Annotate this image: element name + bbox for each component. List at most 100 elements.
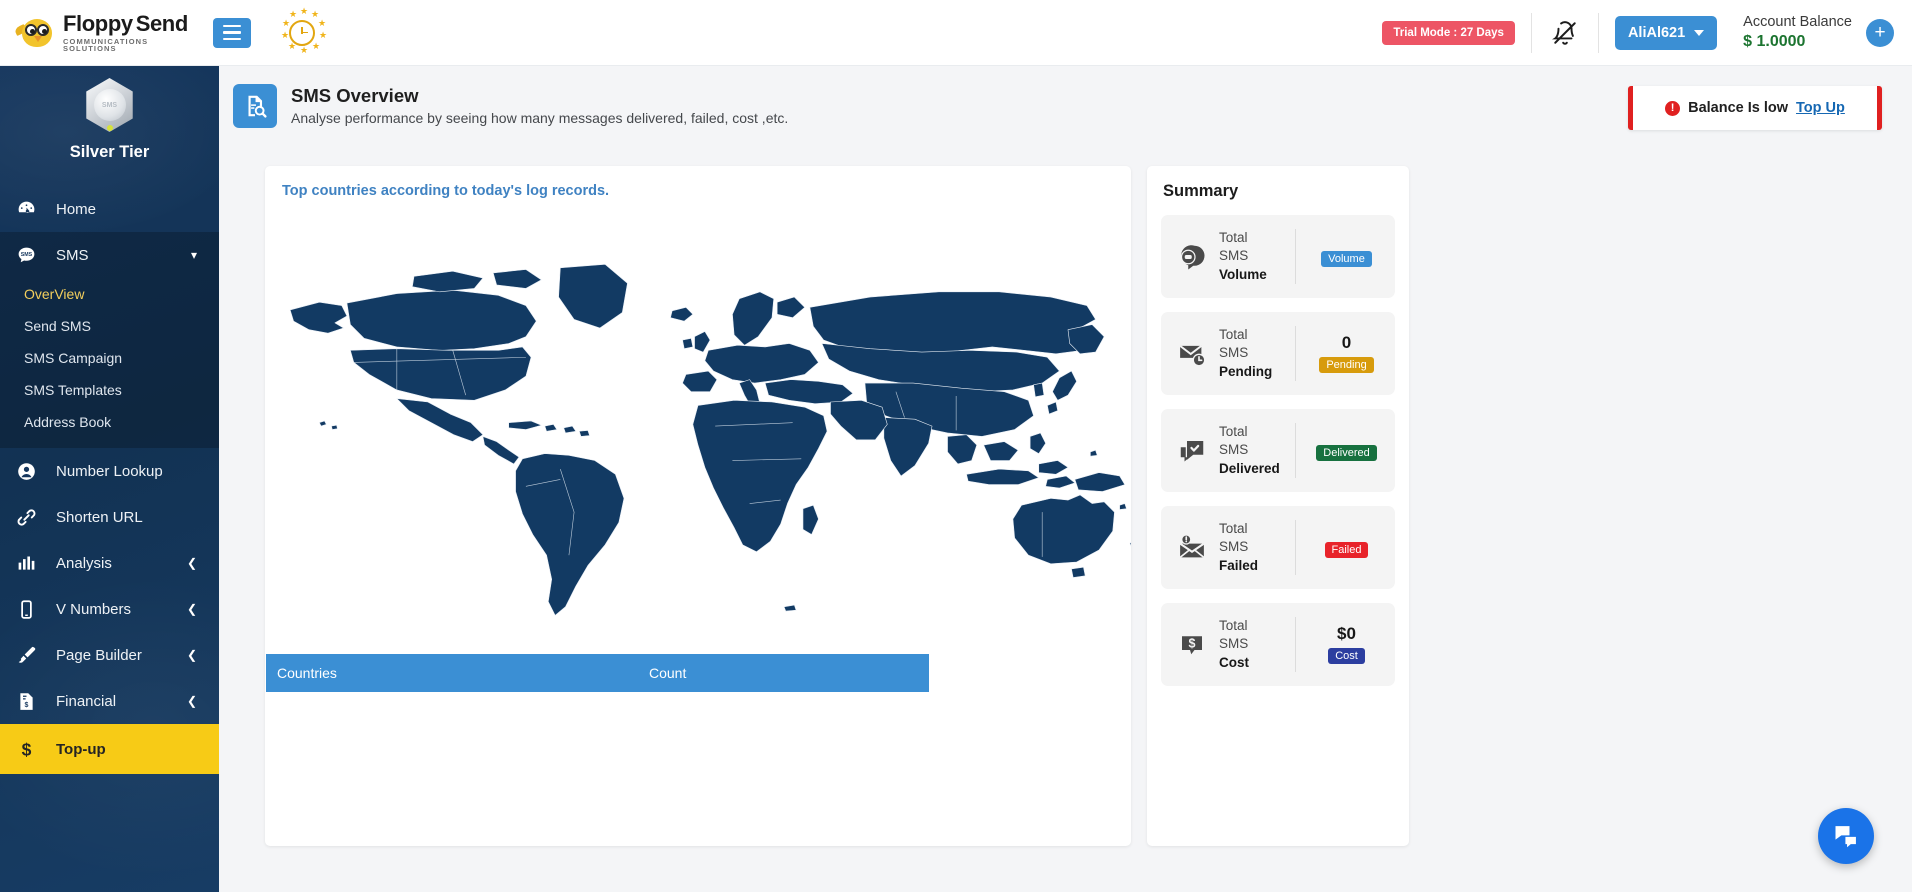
dollar-sign-icon: $	[16, 739, 46, 760]
low-balance-alert: ! Balance Is low Top Up	[1628, 86, 1882, 130]
sidebar-item-label: Page Builder	[56, 646, 142, 664]
stat-label: Total SMS Failed	[1219, 520, 1295, 576]
stat-line1: Total	[1219, 617, 1248, 633]
sidebar-item-number-lookup[interactable]: Number Lookup	[0, 448, 219, 494]
stat-card-cost[interactable]: $ Total SMS Cost $0 Cost	[1161, 603, 1395, 686]
sidebar-item-label: Analysis	[56, 554, 112, 572]
page-title: SMS Overview	[291, 85, 419, 106]
trial-mode-badge[interactable]: Trial Mode : 27 Days	[1382, 20, 1515, 45]
stat-card-failed[interactable]: Total SMS Failed Failed	[1161, 506, 1395, 589]
sidebar-item-page-builder[interactable]: Page Builder ❮	[0, 632, 219, 678]
sms-volume-icon	[1171, 242, 1213, 272]
brand-logo[interactable]: Floppy Send COMMUNICATIONS SOLUTIONS	[13, 10, 203, 53]
column-header-countries: Countries	[277, 665, 337, 681]
status-badge: Failed	[1324, 541, 1369, 558]
sidebar-item-top-up[interactable]: $ Top-up	[0, 724, 219, 774]
owl-logo-icon	[13, 16, 56, 50]
sidebar-subitem-address-book[interactable]: Address Book	[0, 406, 219, 438]
chevron-down-icon	[1694, 29, 1705, 36]
summary-card: Summary Total SMS Volume Volume Total SM…	[1147, 166, 1409, 846]
sidebar-item-label: Home	[56, 200, 97, 218]
paint-brush-icon	[16, 645, 46, 666]
stat-label: Total SMS Volume	[1219, 229, 1295, 285]
dashboard-gauge-icon	[16, 199, 46, 220]
hamburger-menu-icon[interactable]	[213, 17, 251, 48]
sidebar-item-home[interactable]: Home	[0, 186, 219, 232]
stat-line2: SMS	[1219, 442, 1249, 458]
brand-name-part2: Send	[135, 10, 189, 36]
chat-check-icon	[1171, 436, 1213, 466]
divider	[1295, 617, 1296, 672]
account-balance-label: Account Balance	[1743, 14, 1852, 31]
brand-tagline: COMMUNICATIONS SOLUTIONS	[63, 36, 149, 53]
tier-name-label: Silver Tier	[69, 143, 150, 161]
exclamation-circle-icon: !	[1665, 100, 1681, 116]
sidebar-item-shorten-url[interactable]: Shorten URL	[0, 494, 219, 540]
countries-table-header: Countries Count	[266, 654, 929, 692]
status-badge: Cost	[1328, 647, 1365, 664]
sidebar-item-financial[interactable]: $ Financial ❮	[0, 678, 219, 724]
chevron-down-icon: ▾	[190, 248, 197, 262]
chat-bubbles-icon[interactable]	[1818, 808, 1874, 864]
sidebar-item-label: SMS	[56, 246, 89, 264]
svg-text:$: $	[25, 702, 29, 709]
divider	[1295, 520, 1296, 575]
status-badge: Volume	[1321, 250, 1372, 267]
divider	[1295, 229, 1296, 284]
stat-label: Total SMS Delivered	[1219, 423, 1295, 479]
stat-value: $0	[1337, 624, 1356, 644]
map-card: Top countries according to today's log r…	[265, 166, 1131, 846]
stat-card-volume[interactable]: Total SMS Volume Volume	[1161, 215, 1395, 298]
top-up-link[interactable]: Top Up	[1796, 100, 1845, 116]
stat-line1: Total	[1219, 229, 1248, 245]
svg-text:SMS: SMS	[21, 251, 33, 257]
map-card-title: Top countries according to today's log r…	[282, 183, 610, 199]
bell-slash-icon[interactable]	[1548, 16, 1582, 50]
world-map[interactable]	[265, 254, 1131, 624]
sidebar: SMS Silver Tier Home SMS SMS ▾ OverView …	[0, 66, 219, 892]
stat-card-pending[interactable]: Total SMS Pending 0 Pending	[1161, 312, 1395, 395]
eu-stars-clock-icon[interactable]: ★ ★ ★ ★ ★ ★ ★ ★ ★ ★	[273, 6, 331, 59]
stat-line3: Pending	[1219, 363, 1273, 379]
status-badge: Pending	[1319, 356, 1374, 373]
brand-name-part1: Floppy	[63, 10, 133, 36]
sidebar-item-label: Top-up	[56, 740, 106, 758]
user-circle-icon	[16, 461, 46, 482]
sidebar-subitem-sms-campaign[interactable]: SMS Campaign	[0, 342, 219, 374]
stat-line2: SMS	[1219, 345, 1249, 361]
sidebar-group-sms: SMS SMS ▾ OverView Send SMS SMS Campaign…	[0, 232, 219, 448]
sidebar-item-analysis[interactable]: Analysis ❮	[0, 540, 219, 586]
stat-line3: Cost	[1219, 654, 1249, 670]
sidebar-item-v-numbers[interactable]: V Numbers ❮	[0, 586, 219, 632]
chevron-left-icon: ❮	[186, 556, 197, 570]
mobile-phone-icon	[16, 599, 46, 620]
mail-alert-icon	[1171, 533, 1213, 563]
sidebar-nav: Home SMS SMS ▾ OverView Send SMS SMS Cam…	[0, 186, 219, 774]
sidebar-subitem-overview[interactable]: OverView	[0, 278, 219, 310]
divider	[1597, 12, 1599, 53]
stat-line3: Failed	[1219, 557, 1259, 573]
stat-line1: Total	[1219, 520, 1248, 536]
summary-title: Summary	[1163, 182, 1239, 200]
sidebar-subitem-send-sms[interactable]: Send SMS	[0, 310, 219, 342]
column-header-count: Count	[649, 665, 687, 681]
sms-bubble-icon: SMS	[16, 245, 46, 266]
divider	[1295, 326, 1296, 381]
plus-icon[interactable]: +	[1866, 18, 1894, 47]
tier-block: SMS Silver Tier	[0, 66, 219, 162]
document-search-icon	[233, 84, 277, 128]
stat-line3: Delivered	[1219, 460, 1280, 476]
stat-line1: Total	[1219, 423, 1248, 439]
page-description: Analyse performance by seeing how many m…	[291, 110, 789, 127]
divider	[1530, 12, 1532, 53]
top-bar: Floppy Send COMMUNICATIONS SOLUTIONS ★ ★ …	[0, 0, 1912, 66]
user-menu-button[interactable]: AliAl621	[1614, 15, 1718, 50]
topbar-right-group: Trial Mode : 27 Days AliAl621 Account Ba…	[1382, 0, 1912, 65]
sidebar-subitem-sms-templates[interactable]: SMS Templates	[0, 374, 219, 406]
bar-chart-icon	[16, 553, 46, 574]
sidebar-item-sms[interactable]: SMS SMS ▾	[0, 232, 219, 278]
sidebar-item-label: Financial	[56, 692, 117, 710]
sidebar-item-label: Shorten URL	[56, 508, 143, 526]
stat-value: 0	[1341, 333, 1352, 353]
stat-card-delivered[interactable]: Total SMS Delivered Delivered	[1161, 409, 1395, 492]
